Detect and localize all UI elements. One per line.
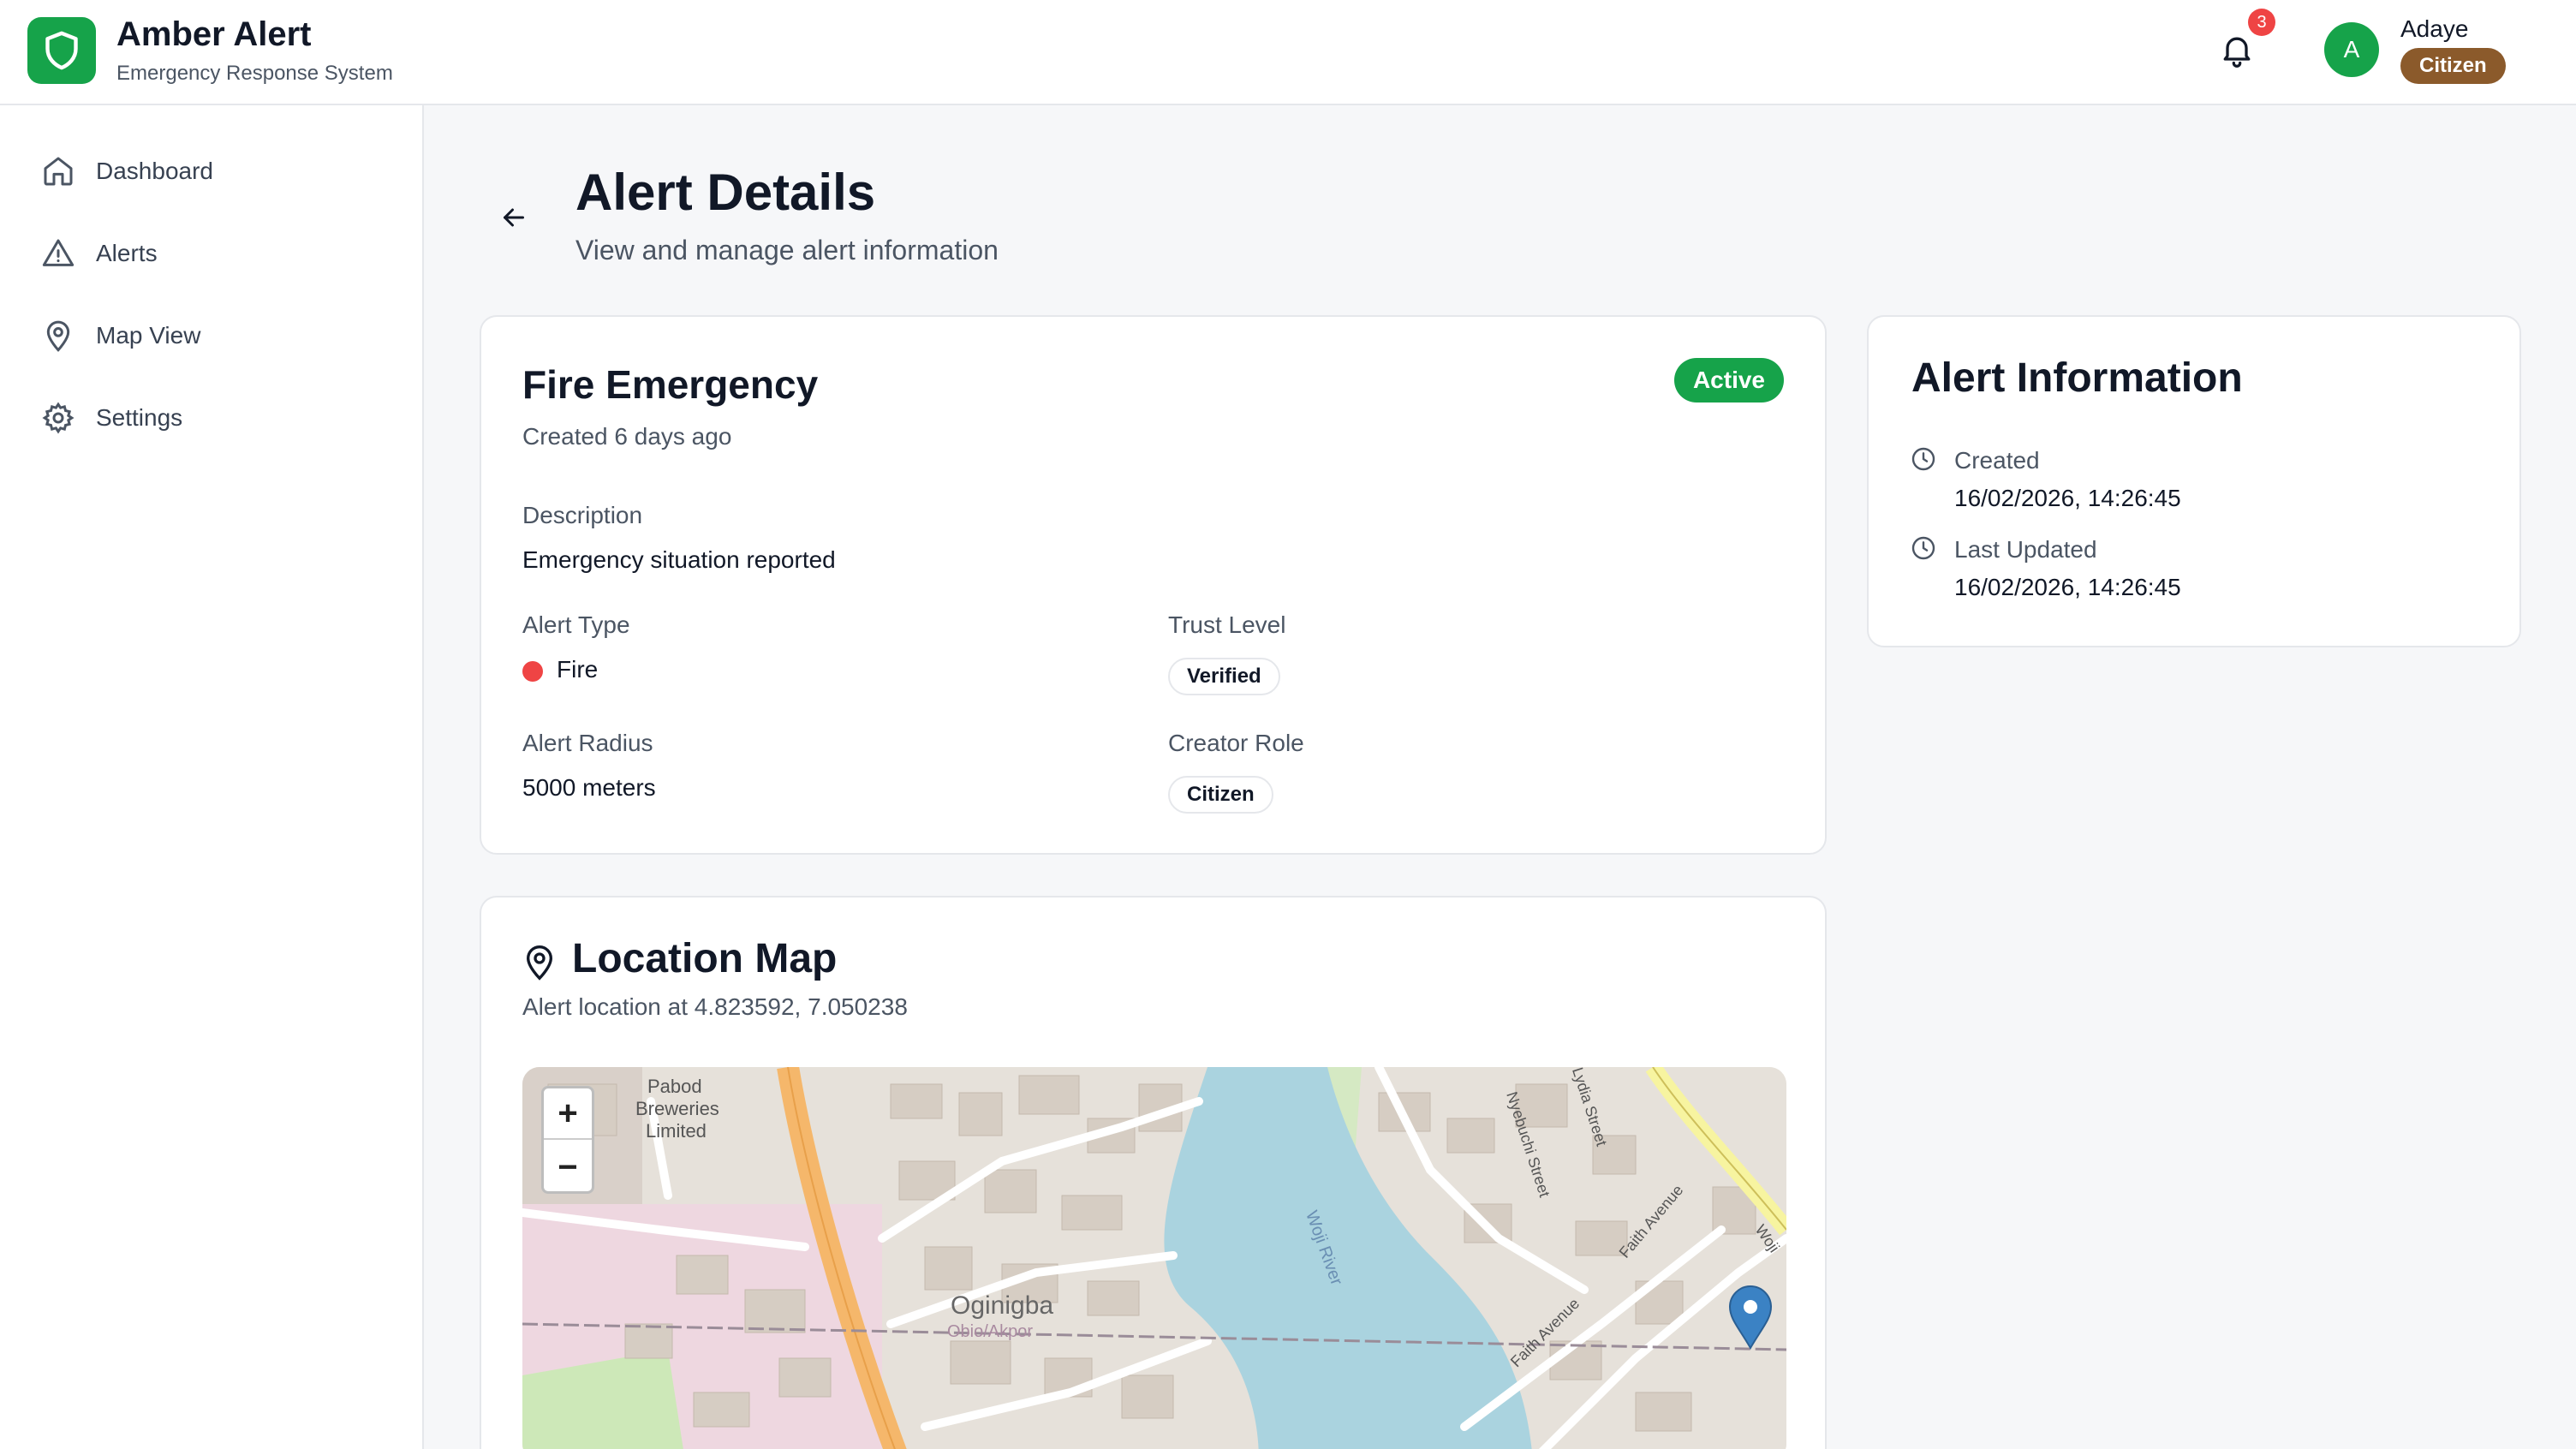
map-label: Pabod (647, 1076, 702, 1097)
sidebar: Dashboard Alerts Map View Settings (0, 105, 424, 1449)
map-pin-icon (46, 320, 70, 352)
last-updated-value: 16/02/2026, 14:26:45 (1954, 574, 2181, 600)
sidebar-item-map-view[interactable]: Map View (0, 301, 424, 370)
alert-type-label: Alert Type (522, 611, 630, 638)
alert-title: Fire Emergency (522, 362, 819, 407)
sidebar-item-label: Settings (96, 404, 183, 431)
alert-radius-label: Alert Radius (522, 730, 653, 756)
page-title: Alert Details (575, 164, 876, 221)
zoom-out-button[interactable]: − (544, 1142, 592, 1193)
user-name: Adaye (2400, 15, 2469, 42)
alert-radius-value: 5000 meters (522, 774, 656, 801)
alert-triangle-icon (42, 239, 75, 266)
sidebar-item-label: Dashboard (96, 158, 213, 184)
sidebar-item-label: Alerts (96, 240, 158, 266)
location-map-card: Location Map Alert location at 4.823592,… (480, 896, 1827, 1449)
avatar[interactable]: A (2324, 22, 2379, 77)
last-updated-label: Last Updated (1954, 536, 2097, 563)
sidebar-item-settings[interactable]: Settings (0, 384, 424, 452)
user-role-badge: Citizen (2400, 48, 2506, 84)
alert-information-card: Alert Information Created 16/02/2026, 14… (1867, 315, 2521, 647)
info-card-title: Alert Information (1911, 355, 2243, 401)
map-label-area: Oginigba (951, 1291, 1054, 1320)
map-label: Breweries (635, 1098, 719, 1119)
created-value: 16/02/2026, 14:26:45 (1954, 485, 2181, 511)
clock-icon (1911, 447, 1935, 471)
app-subtitle: Emergency Response System (116, 62, 393, 85)
home-icon (44, 157, 73, 186)
app-logo[interactable] (27, 17, 96, 84)
alert-detail-card: Fire Emergency Created 6 days ago Active… (480, 315, 1827, 855)
trust-level-badge: Verified (1168, 658, 1280, 695)
clock-icon (1911, 536, 1935, 560)
map-view[interactable]: Pabod Breweries Limited Oginigba Obio/Ak… (522, 1067, 1786, 1449)
map-zoom-control: + − (541, 1086, 594, 1194)
sidebar-item-alerts[interactable]: Alerts (0, 219, 424, 288)
map-label: Limited (646, 1120, 707, 1142)
page-subtitle: View and manage alert information (575, 235, 999, 265)
map-location-text: Alert location at 4.823592, 7.050238 (522, 993, 908, 1020)
alert-type-value: Fire (557, 656, 599, 683)
notification-count-badge: 3 (2248, 9, 2275, 36)
description-label: Description (522, 502, 643, 528)
bell-icon[interactable] (2218, 31, 2256, 69)
creator-role-badge: Citizen (1168, 776, 1273, 814)
map-label-obio: Obio/Akpor (947, 1322, 1034, 1341)
map-pin-icon (526, 945, 553, 981)
trust-level-label: Trust Level (1168, 611, 1286, 638)
top-header: Amber Alert Emergency Response System 3 … (0, 0, 2576, 105)
app-title: Amber Alert (116, 15, 312, 53)
alert-created-time: Created 6 days ago (522, 423, 732, 450)
created-label: Created (1954, 447, 2040, 474)
shield-icon (45, 31, 78, 70)
creator-role-label: Creator Role (1168, 730, 1304, 756)
description-value: Emergency situation reported (522, 546, 836, 573)
gear-icon (42, 402, 75, 434)
zoom-in-button[interactable]: + (544, 1088, 592, 1140)
status-badge: Active (1673, 358, 1784, 402)
map-title: Location Map (572, 936, 838, 981)
back-arrow-icon[interactable] (498, 202, 529, 233)
sidebar-item-label: Map View (96, 322, 201, 349)
sidebar-item-dashboard[interactable]: Dashboard (0, 137, 424, 206)
fire-type-dot (522, 661, 543, 682)
